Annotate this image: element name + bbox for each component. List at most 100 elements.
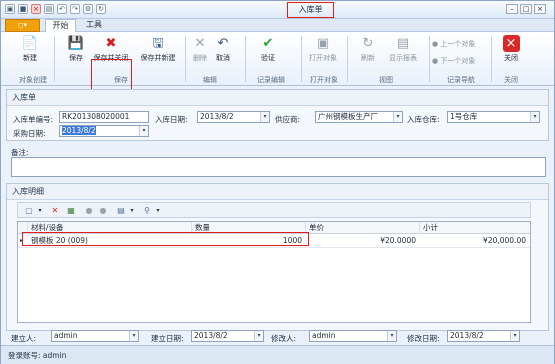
cancel-button[interactable]: ↶ 取消	[211, 35, 235, 63]
checkmark-icon: ✔	[262, 36, 274, 51]
save-new-icon: 🖫	[152, 36, 164, 51]
undo-icon[interactable]: ↶	[57, 4, 67, 14]
save-close-icon: ✖	[105, 36, 117, 51]
header-section-title: 入库单	[7, 90, 548, 106]
group-label-open: 打开对象	[310, 76, 338, 84]
dropdown-arrow-icon[interactable]: ▾	[35, 206, 45, 216]
import-icon[interactable]: ▦	[66, 206, 76, 216]
verify-button[interactable]: ✔ 验证	[253, 35, 283, 63]
separator	[491, 36, 492, 82]
separator	[185, 36, 186, 82]
creator-label: 建立人:	[11, 334, 37, 343]
maximize-icon[interactable]: □	[520, 4, 532, 14]
close-red-icon: ×	[502, 35, 520, 52]
circle-icon[interactable]: ●	[98, 206, 108, 216]
refresh-button[interactable]: ↻ 刷新	[356, 35, 380, 63]
date-label: 入库日期:	[155, 115, 188, 124]
group-label-record-edit: 记录编辑	[257, 76, 285, 84]
dropdown-arrow-icon[interactable]: ▾	[530, 112, 539, 122]
open-object-icon: ▣	[316, 36, 330, 51]
separator	[301, 36, 302, 82]
close-icon[interactable]: ×	[534, 4, 546, 14]
status-bar: 登录账号: admin	[1, 345, 554, 364]
supplier-label: 供应商:	[275, 115, 301, 124]
print-icon[interactable]: ▤	[116, 206, 126, 216]
next-object-button[interactable]: ● 下一个对象	[432, 57, 488, 66]
folder-icon[interactable]: ▤	[44, 4, 54, 14]
separator	[54, 36, 55, 82]
ribbon: 📄 新建 💾 保存 ✖ 保存并关闭 🖫 保存并新建 ✕ 删除 ↶ 取消 ✔ 验证…	[1, 32, 554, 103]
code-label: 入库单编号:	[13, 115, 54, 124]
column-header[interactable]: 小计	[420, 222, 530, 234]
login-status: 登录账号: admin	[8, 351, 67, 360]
dropdown-arrow-icon[interactable]: ▾	[393, 112, 402, 122]
save-button[interactable]: 💾 保存	[63, 35, 89, 63]
group-label-close: 关闭	[504, 76, 518, 84]
dropdown-arrow-icon[interactable]: ▾	[510, 331, 519, 341]
redo-icon[interactable]: ↷	[70, 4, 80, 14]
creator-input[interactable]: admin ▾	[51, 330, 139, 342]
date-input[interactable]: 2013/8/2 ▾	[197, 111, 270, 123]
dropdown-arrow-icon[interactable]: ▾	[127, 206, 137, 216]
dropdown-arrow-icon[interactable]: ▾	[139, 126, 148, 136]
show-report-button[interactable]: ▤ 显示报表	[381, 35, 425, 63]
subtotal-cell[interactable]: ¥20,000.00	[420, 235, 530, 247]
save-new-button[interactable]: 🖫 保存并新建	[133, 35, 183, 63]
supplier-input[interactable]: 广州钢模板生产厂 ▾	[315, 111, 403, 123]
open-object-button[interactable]: ▣ 打开对象	[306, 35, 340, 63]
refresh-icon: ↻	[362, 36, 374, 51]
minimize-icon[interactable]: –	[506, 4, 518, 14]
file-tab[interactable]: ◻▾	[5, 19, 40, 32]
undo-icon: ↶	[217, 36, 229, 51]
group-label-edit: 编辑	[203, 76, 217, 84]
save-icon[interactable]: ■	[18, 4, 28, 14]
prev-circle-icon: ●	[432, 40, 439, 48]
create-date-label: 建立日期:	[151, 334, 184, 343]
ribbon-tabs: ◻▾ 开始 工具	[1, 19, 554, 32]
modifier-label: 修改人:	[271, 334, 297, 343]
settings-icon[interactable]: ⚙	[83, 4, 93, 14]
refresh-icon[interactable]: ↻	[96, 4, 106, 14]
column-header[interactable]: 单价	[306, 222, 420, 234]
dropdown-arrow-icon[interactable]: ▾	[387, 331, 396, 341]
circle-icon[interactable]: ●	[84, 206, 94, 216]
dropdown-arrow-icon[interactable]: ▾	[260, 112, 269, 122]
dropdown-arrow-icon[interactable]: ▾	[254, 331, 263, 341]
code-input[interactable]: RK201308020001	[59, 111, 149, 123]
new-document-icon: 📄	[21, 36, 39, 51]
grid-toolbar: ▢ ▾ ✕ ▦ ● ● ▤ ▾ ⚲ ▾	[17, 202, 531, 218]
new-button[interactable]: 📄 新建	[11, 35, 49, 63]
group-label-save: 保存	[114, 76, 128, 84]
purchase-date-input[interactable]: 2013/8/2 ▾	[59, 125, 149, 137]
dropdown-arrow-icon[interactable]: ▾	[153, 206, 163, 216]
modify-date-input[interactable]: 2013/8/2 ▾	[447, 330, 520, 342]
close-doc-icon[interactable]: ×	[31, 4, 41, 14]
filter-icon[interactable]: ⚲	[142, 206, 152, 216]
detail-section-title: 入库明细	[7, 184, 548, 200]
price-cell[interactable]: ¥20.0000	[306, 235, 420, 247]
modify-date-label: 修改日期:	[407, 334, 440, 343]
close-button[interactable]: × 关闭	[497, 35, 525, 63]
new-row-icon[interactable]: ▢	[24, 206, 34, 216]
create-date-input[interactable]: 2013/8/2 ▾	[191, 330, 264, 342]
next-circle-icon: ●	[432, 57, 439, 65]
separator	[429, 36, 430, 82]
warehouse-input[interactable]: 1号仓库 ▾	[447, 111, 540, 123]
delete-button[interactable]: ✕ 删除	[189, 35, 211, 63]
app-icon[interactable]: ▣	[5, 4, 15, 14]
tab-tools[interactable]: 工具	[82, 19, 106, 32]
purchase-date-label: 采购日期:	[13, 129, 46, 138]
title-bar: ▣ ■ × ▤ ↶ ↷ ⚙ ↻ 入库单 – □ ×	[1, 1, 554, 19]
group-label-nav: 记录导航	[447, 76, 475, 84]
title-highlight	[287, 2, 334, 18]
prev-object-button[interactable]: ● 上一个对象	[432, 40, 488, 49]
report-icon: ▤	[396, 36, 410, 51]
tab-start[interactable]: 开始	[45, 19, 76, 32]
remark-textarea[interactable]	[11, 157, 546, 177]
modifier-input[interactable]: admin ▾	[309, 330, 397, 342]
quick-access-toolbar: ▣ ■ × ▤ ↶ ↷ ⚙ ↻	[5, 4, 106, 14]
delete-row-icon[interactable]: ✕	[50, 206, 60, 216]
app-window: ▣ ■ × ▤ ↶ ↷ ⚙ ↻ 入库单 – □ × ◻▾ 开始 工具 📄 新建 …	[0, 0, 555, 364]
group-label-create: 对象创建	[19, 76, 47, 84]
dropdown-arrow-icon[interactable]: ▾	[129, 331, 138, 341]
